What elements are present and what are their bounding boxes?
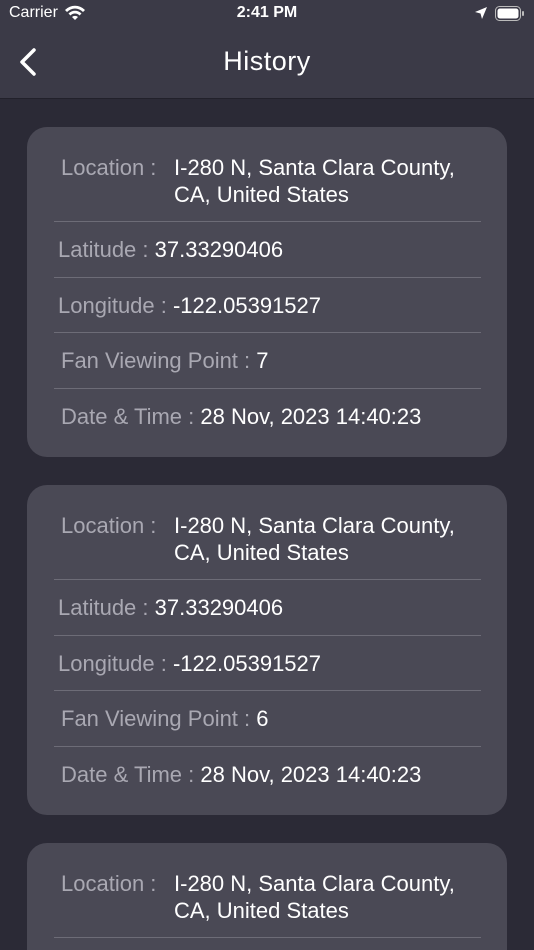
divider [54, 332, 481, 333]
date-time-value: 28 Nov, 2023 14:40:23 [200, 762, 422, 787]
history-card[interactable]: Location : I-280 N, Santa Clara County, … [27, 127, 507, 457]
date-time-label: Date & Time : [61, 404, 201, 429]
location-label: Location : [61, 513, 157, 538]
latitude-value: 37.33290406 [154, 237, 284, 262]
date-time-row: Date & Time : 28 Nov, 2023 14:40:23 [61, 761, 488, 788]
date-time-row: Date & Time : 28 Nov, 2023 14:40:23 [61, 403, 488, 430]
history-card[interactable]: Location : I-280 N, Santa Clara County, … [27, 485, 507, 815]
divider [54, 690, 481, 691]
status-bar: Carrier 2:41 PM [0, 0, 534, 28]
longitude-value: -122.05391527 [172, 293, 322, 318]
longitude-row: Longitude : -122.05391527 [58, 650, 485, 677]
fan-viewing-point-value: 7 [256, 348, 269, 373]
longitude-row: Longitude : -122.05391527 [58, 292, 485, 319]
latitude-label: Latitude : [58, 595, 155, 620]
date-time-value: 28 Nov, 2023 14:40:23 [200, 404, 422, 429]
battery-icon [495, 6, 524, 21]
divider [54, 388, 481, 389]
divider [54, 221, 481, 222]
latitude-row: Latitude : 37.33290406 [58, 236, 485, 263]
location-value: I-280 N, Santa Clara County, CA, United … [174, 155, 455, 207]
location-label: Location : [61, 871, 157, 896]
longitude-label: Longitude : [58, 293, 173, 318]
navigation-bar: History [0, 28, 534, 99]
fan-viewing-point-value: 6 [256, 706, 269, 731]
location-arrow-icon [475, 7, 487, 19]
fan-viewing-point-label: Fan Viewing Point : [61, 706, 257, 731]
location-label: Location : [61, 155, 157, 180]
divider [54, 746, 481, 747]
divider [54, 937, 481, 938]
divider [54, 579, 481, 580]
fan-viewing-point-row: Fan Viewing Point : 6 [61, 705, 488, 732]
history-card[interactable]: Location : I-280 N, Santa Clara County, … [27, 843, 507, 950]
status-time: 2:41 PM [236, 4, 298, 21]
fan-viewing-point-label: Fan Viewing Point : [61, 348, 257, 373]
page-title: History [223, 46, 311, 76]
longitude-value: -122.05391527 [172, 651, 322, 676]
latitude-value: 37.33290406 [154, 595, 284, 620]
location-value: I-280 N, Santa Clara County, CA, United … [174, 513, 455, 565]
latitude-row: Latitude : 37.33290406 [58, 594, 485, 621]
fan-viewing-point-row: Fan Viewing Point : 7 [61, 347, 488, 374]
divider [54, 277, 481, 278]
longitude-label: Longitude : [58, 651, 173, 676]
date-time-label: Date & Time : [61, 762, 201, 787]
location-value: I-280 N, Santa Clara County, CA, United … [174, 871, 455, 923]
divider [54, 635, 481, 636]
latitude-label: Latitude : [58, 237, 155, 262]
